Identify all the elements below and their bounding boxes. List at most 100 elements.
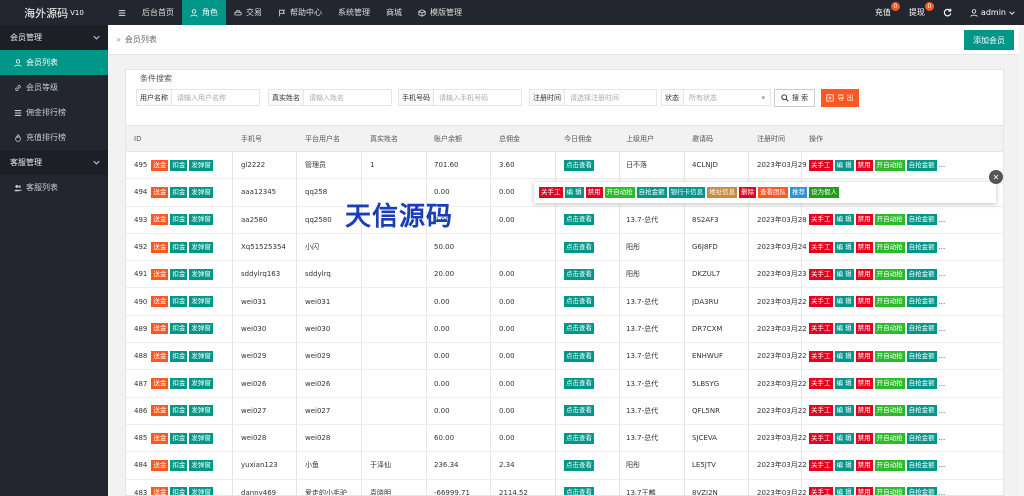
manual-toggle-button[interactable]: 关手工: [809, 432, 833, 444]
nav-item-5[interactable]: 系统管理: [330, 0, 378, 25]
scrollbar[interactable]: [1019, 25, 1024, 496]
search-field-input[interactable]: 请选择注册时间: [565, 89, 657, 106]
more-icon[interactable]: ...: [939, 298, 946, 306]
disable-button[interactable]: 禁用: [855, 350, 873, 362]
nav-item-7[interactable]: 模版管理: [410, 0, 470, 25]
disable-button[interactable]: 禁用: [855, 323, 873, 335]
view-today-button[interactable]: 点击查看: [564, 214, 594, 226]
sidebar-item-items1-2[interactable]: 佣金排行榜: [0, 100, 108, 125]
popup-message-button[interactable]: 发弹窗: [189, 432, 213, 444]
disable-button[interactable]: 禁用: [855, 296, 873, 308]
popup-message-button[interactable]: 发弹窗: [189, 186, 213, 198]
edit-button[interactable]: 编 辑: [834, 432, 854, 444]
more-icon[interactable]: ...: [939, 243, 946, 251]
view-today-button[interactable]: 点击查看: [564, 241, 594, 253]
sidebar-item-items2-0[interactable]: 客服列表: [0, 175, 108, 200]
view-today-button[interactable]: 点击查看: [564, 405, 594, 417]
popup-action-10[interactable]: 设为假人: [809, 187, 840, 198]
deduct-gold-button[interactable]: 扣金: [170, 432, 188, 444]
grab-amount-button[interactable]: 自抢金额: [906, 241, 937, 253]
popup-action-6[interactable]: 地址信息: [707, 187, 738, 198]
search-field-input[interactable]: 请输入姓名: [304, 89, 392, 106]
manual-toggle-button[interactable]: 关手工: [809, 405, 833, 417]
edit-button[interactable]: 编 辑: [834, 296, 854, 308]
send-gold-button[interactable]: 送金: [151, 268, 169, 280]
deduct-gold-button[interactable]: 扣金: [170, 350, 188, 362]
nav-item-2[interactable]: 角色: [182, 0, 226, 25]
add-member-button[interactable]: 添加会员: [964, 30, 1014, 50]
auto-grab-button[interactable]: 开自动抢: [874, 487, 905, 495]
send-gold-button[interactable]: 送金: [151, 378, 169, 390]
search-field-input[interactable]: 请输入用户名称: [172, 89, 260, 106]
popup-action-2[interactable]: 禁用: [585, 187, 603, 198]
popup-action-5[interactable]: 银行卡信息: [668, 187, 706, 198]
close-icon[interactable]: ✕: [989, 170, 1003, 184]
grab-amount-button[interactable]: 自抢金额: [906, 296, 937, 308]
send-gold-button[interactable]: 送金: [151, 159, 169, 171]
popup-action-4[interactable]: 自抢金额: [636, 187, 667, 198]
sidebar-group-service[interactable]: 客服管理: [0, 150, 108, 175]
popup-message-button[interactable]: 发弹窗: [189, 459, 213, 471]
deduct-gold-button[interactable]: 扣金: [170, 405, 188, 417]
edit-button[interactable]: 编 辑: [834, 241, 854, 253]
manual-toggle-button[interactable]: 关手工: [809, 350, 833, 362]
nav-item-3[interactable]: 交易: [226, 0, 270, 25]
manual-toggle-button[interactable]: 关手工: [809, 323, 833, 335]
deduct-gold-button[interactable]: 扣金: [170, 323, 188, 335]
edit-button[interactable]: 编 辑: [834, 378, 854, 390]
nav-item-4[interactable]: 帮助中心: [270, 0, 330, 25]
popup-message-button[interactable]: 发弹窗: [189, 296, 213, 308]
deduct-gold-button[interactable]: 扣金: [170, 268, 188, 280]
auto-grab-button[interactable]: 开自动抢: [874, 405, 905, 417]
auto-grab-button[interactable]: 开自动抢: [874, 459, 905, 471]
popup-message-button[interactable]: 发弹窗: [189, 350, 213, 362]
grab-amount-button[interactable]: 自抢金额: [906, 432, 937, 444]
auto-grab-button[interactable]: 开自动抢: [874, 159, 905, 171]
deduct-gold-button[interactable]: 扣金: [170, 159, 188, 171]
view-today-button[interactable]: 点击查看: [564, 378, 594, 390]
popup-message-button[interactable]: 发弹窗: [189, 378, 213, 390]
deduct-gold-button[interactable]: 扣金: [170, 241, 188, 253]
auto-grab-button[interactable]: 开自动抢: [874, 350, 905, 362]
edit-button[interactable]: 编 辑: [834, 405, 854, 417]
disable-button[interactable]: 禁用: [855, 432, 873, 444]
disable-button[interactable]: 禁用: [855, 268, 873, 280]
app-logo[interactable]: 海外源码 V10: [0, 0, 108, 25]
popup-action-0[interactable]: 关手工: [539, 187, 563, 198]
popup-action-9[interactable]: 推荐: [790, 187, 808, 198]
manual-toggle-button[interactable]: 关手工: [809, 214, 833, 226]
disable-button[interactable]: 禁用: [855, 405, 873, 417]
send-gold-button[interactable]: 送金: [151, 350, 169, 362]
more-icon[interactable]: ...: [939, 434, 946, 442]
withdraw-link[interactable]: 提现 0: [900, 0, 934, 25]
deduct-gold-button[interactable]: 扣金: [170, 459, 188, 471]
refresh-icon[interactable]: [934, 0, 961, 25]
popup-message-button[interactable]: 发弹窗: [189, 159, 213, 171]
popup-message-button[interactable]: 发弹窗: [189, 214, 213, 226]
view-today-button[interactable]: 点击查看: [564, 432, 594, 444]
popup-action-3[interactable]: 开自动抢: [604, 187, 635, 198]
manual-toggle-button[interactable]: 关手工: [809, 159, 833, 171]
grab-amount-button[interactable]: 自抢金额: [906, 378, 937, 390]
disable-button[interactable]: 禁用: [855, 378, 873, 390]
more-icon[interactable]: ...: [939, 489, 946, 495]
popup-message-button[interactable]: 发弹窗: [189, 487, 213, 495]
auto-grab-button[interactable]: 开自动抢: [874, 378, 905, 390]
sidebar-group-member[interactable]: 会员管理: [0, 25, 108, 50]
auto-grab-button[interactable]: 开自动抢: [874, 241, 905, 253]
grab-amount-button[interactable]: 自抢金额: [906, 159, 937, 171]
export-button[interactable]: 导 出: [821, 89, 859, 107]
grab-amount-button[interactable]: 自抢金额: [906, 323, 937, 335]
manual-toggle-button[interactable]: 关手工: [809, 268, 833, 280]
send-gold-button[interactable]: 送金: [151, 323, 169, 335]
deduct-gold-button[interactable]: 扣金: [170, 487, 188, 495]
popup-message-button[interactable]: 发弹窗: [189, 323, 213, 335]
send-gold-button[interactable]: 送金: [151, 487, 169, 495]
deduct-gold-button[interactable]: 扣金: [170, 214, 188, 226]
sidebar-item-items1-1[interactable]: 会员等级: [0, 75, 108, 100]
grab-amount-button[interactable]: 自抢金额: [906, 459, 937, 471]
send-gold-button[interactable]: 送金: [151, 296, 169, 308]
send-gold-button[interactable]: 送金: [151, 432, 169, 444]
deduct-gold-button[interactable]: 扣金: [170, 296, 188, 308]
edit-button[interactable]: 编 辑: [834, 487, 854, 495]
